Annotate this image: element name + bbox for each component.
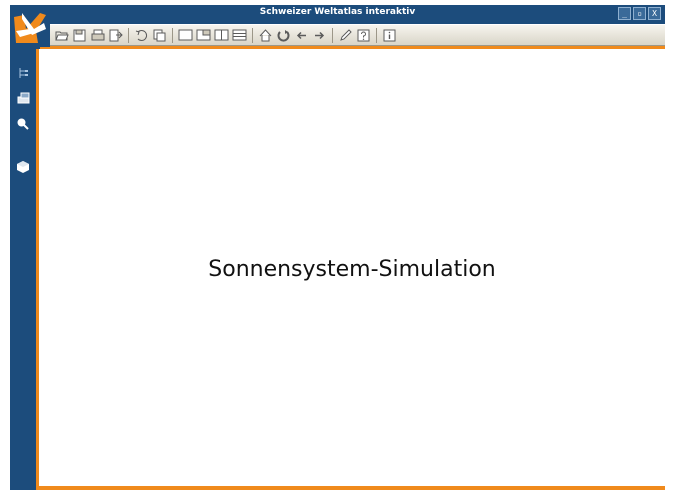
pen-icon[interactable] — [338, 28, 353, 43]
info-icon[interactable] — [382, 28, 397, 43]
main-toolbar — [40, 24, 665, 46]
row-split-icon[interactable] — [232, 28, 247, 43]
simulation-title: Sonnensystem-Simulation — [208, 257, 496, 282]
window-title: Schweizer Weltatlas interaktiv — [259, 7, 416, 17]
window-split-icon[interactable] — [196, 28, 211, 43]
forward-arrow-icon[interactable] — [312, 28, 327, 43]
two-column-icon[interactable] — [214, 28, 229, 43]
single-view-icon[interactable] — [178, 28, 193, 43]
toolbar-separator — [252, 27, 253, 43]
toolbar-separator — [172, 27, 173, 43]
open-folder-icon[interactable] — [54, 28, 69, 43]
export-icon[interactable] — [108, 28, 123, 43]
close-button[interactable]: X — [648, 7, 661, 20]
layers-icon[interactable] — [16, 90, 30, 104]
left-sidebar — [10, 49, 36, 490]
title-bar[interactable]: Schweizer Weltatlas interaktiv _ ▫ X — [10, 5, 665, 22]
rotate-icon[interactable] — [134, 28, 149, 43]
app-logo — [10, 9, 50, 47]
bottom-accent-bar — [36, 486, 665, 490]
home-icon[interactable] — [258, 28, 273, 43]
main-content: Sonnensystem-Simulation — [36, 49, 665, 486]
tree-icon[interactable] — [16, 65, 30, 79]
copy-icon[interactable] — [152, 28, 167, 43]
atlas-logo-icon — [14, 13, 46, 43]
toolbar-separator — [376, 27, 377, 43]
toolbar-separator — [332, 27, 333, 43]
app-window: Schweizer Weltatlas interaktiv _ ▫ X Son… — [10, 5, 665, 490]
minimize-button[interactable]: _ — [618, 7, 631, 20]
print-icon[interactable] — [90, 28, 105, 43]
back-arrow-icon[interactable] — [294, 28, 309, 43]
maximize-button[interactable]: ▫ — [633, 7, 646, 20]
globe-icon[interactable] — [16, 159, 30, 173]
toolbar-separator — [128, 27, 129, 43]
zoom-icon[interactable] — [16, 116, 30, 130]
help-icon[interactable] — [356, 28, 371, 43]
save-icon[interactable] — [72, 28, 87, 43]
refresh-icon[interactable] — [276, 28, 291, 43]
window-controls: _ ▫ X — [618, 7, 661, 20]
